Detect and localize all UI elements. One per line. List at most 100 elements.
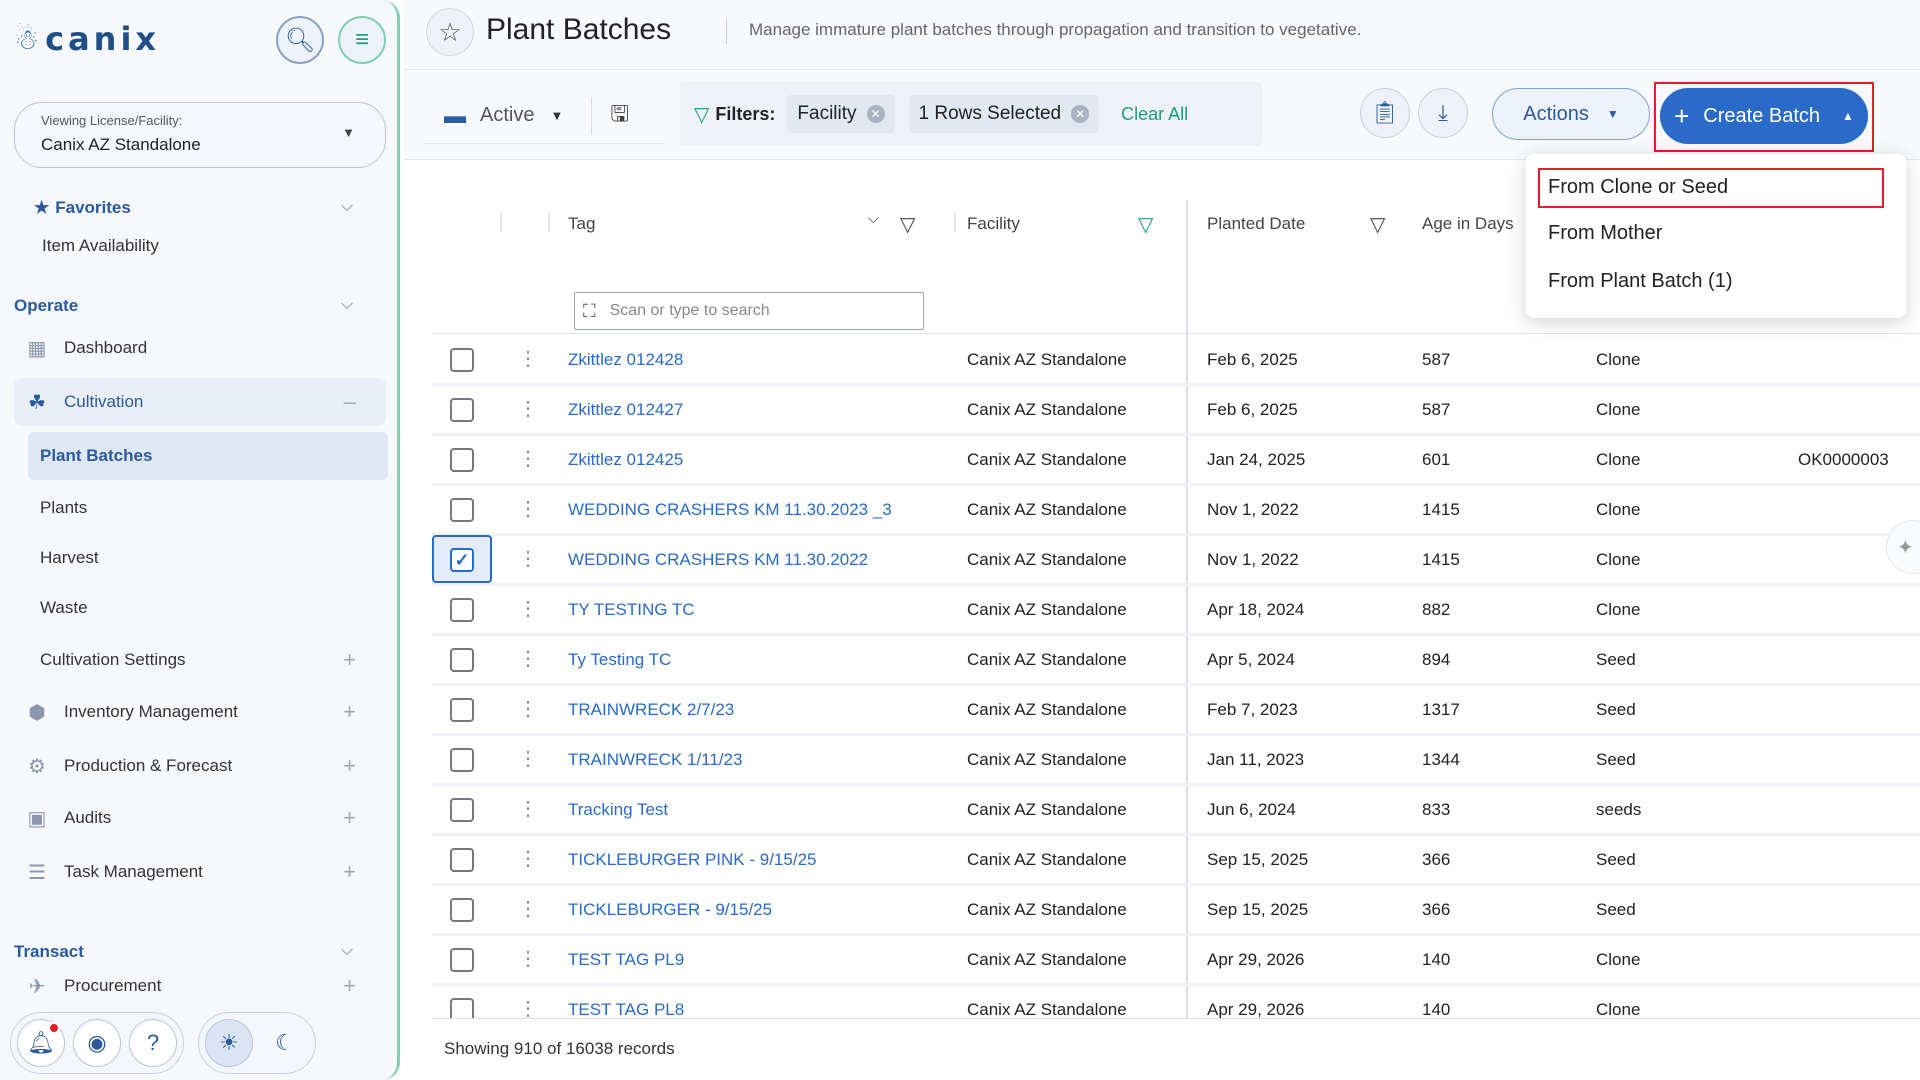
row-menu-kebab-icon[interactable]: ⋮ [518, 896, 538, 921]
sidebar-item-audits[interactable]: ▣ Audits + [14, 794, 386, 842]
table-row[interactable]: ⋮ TRAINWRECK 1/11/23 Canix AZ Standalone Ja… [432, 736, 1920, 786]
create-batch-button[interactable]: + Create Batch ▲ [1660, 88, 1868, 144]
tag-link[interactable]: WEDDING CRASHERS KM 11.30.2022 [568, 550, 868, 570]
expand-plus-icon[interactable]: + [343, 753, 356, 779]
sidebar-item-inventory-management[interactable]: ⬢ Inventory Management + [14, 688, 386, 736]
transact-section[interactable]: Transact [14, 942, 84, 962]
sidebar-item-plants[interactable]: Plants [28, 484, 388, 532]
sidebar-item-procurement[interactable]: ✈ Procurement + [14, 972, 386, 1000]
table-row[interactable]: ⋮ TICKLEBURGER PINK - 9/15/25 Canix AZ Sta… [432, 836, 1920, 886]
row-checkbox[interactable] [450, 348, 474, 372]
expand-plus-icon[interactable]: + [343, 647, 356, 673]
table-row[interactable]: ⋮ Tracking Test Canix AZ Standalone Jun 6, … [432, 786, 1920, 836]
sidebar-item-waste[interactable]: Waste [28, 584, 388, 632]
table-row[interactable]: ⋮ Zkittlez 012425 Canix AZ Standalone Jan 2… [432, 436, 1920, 486]
row-checkbox[interactable] [450, 498, 474, 522]
filter-icon[interactable]: ▽ [1370, 212, 1385, 237]
sort-chevron-icon[interactable]: ⌵ [868, 210, 879, 227]
tag-link[interactable]: Zkittlez 012425 [568, 450, 683, 470]
menu-item-from-plant-batch[interactable]: From Plant Batch (1) [1548, 270, 1733, 293]
table-row[interactable]: ⋮ TRAINWRECK 2/7/23 Canix AZ Standalone Feb… [432, 686, 1920, 736]
expand-plus-icon[interactable]: + [343, 859, 356, 885]
license-facility-select[interactable]: Viewing License/Facility: Canix AZ Stand… [14, 102, 386, 168]
tag-link[interactable]: TEST TAG PL9 [568, 950, 684, 970]
row-menu-kebab-icon[interactable]: ⋮ [518, 646, 538, 671]
table-row[interactable]: ⋮ TEST TAG PL8 Canix AZ Standalone Apr 29, … [432, 986, 1920, 1020]
row-checkbox[interactable] [450, 798, 474, 822]
expand-plus-icon[interactable]: + [343, 699, 356, 725]
column-header-age-in-days[interactable]: Age in Days [1422, 214, 1514, 234]
row-menu-kebab-icon[interactable]: ⋮ [518, 796, 538, 821]
row-menu-kebab-icon[interactable]: ⋮ [518, 546, 538, 571]
row-checkbox[interactable] [450, 948, 474, 972]
row-checkbox[interactable]: ✓ [450, 548, 474, 572]
filter-chip-facility[interactable]: Facility ✕ [787, 95, 895, 133]
menu-item-from-clone-or-seed[interactable]: From Clone or Seed [1548, 176, 1728, 199]
clear-all-link[interactable]: Clear All [1121, 104, 1188, 125]
table-row[interactable]: ⋮ TICKLEBURGER - 9/15/25 Canix AZ Standalo… [432, 886, 1920, 936]
download-icon[interactable]: ⤓ [1418, 88, 1468, 138]
tag-link[interactable]: TRAINWRECK 2/7/23 [568, 700, 734, 720]
tag-link[interactable]: WEDDING CRASHERS KM 11.30.2023 _3 [568, 500, 892, 520]
remove-chip-icon[interactable]: ✕ [1071, 105, 1090, 123]
table-row[interactable]: ⋮ TEST TAG PL9 Canix AZ Standalone Apr 29, … [432, 936, 1920, 986]
expand-plus-icon[interactable]: + [343, 805, 356, 831]
table-row[interactable]: ⋮ Zkittlez 012428 Canix AZ Standalone Feb 6… [432, 336, 1920, 386]
view-selector[interactable]: ▬ Active ▼ 🖫︎ [424, 88, 664, 144]
row-menu-kebab-icon[interactable]: ⋮ [518, 746, 538, 771]
help-icon[interactable]: ? [129, 1019, 177, 1067]
row-menu-kebab-icon[interactable]: ⋮ [518, 446, 538, 471]
canix-logo[interactable]: ☃ canix [14, 20, 160, 58]
row-checkbox[interactable] [450, 598, 474, 622]
sidebar-item-cultivation[interactable]: ☘ Cultivation – [14, 378, 386, 426]
row-menu-kebab-icon[interactable]: ⋮ [518, 396, 538, 421]
tag-link[interactable]: TEST TAG PL8 [568, 1000, 684, 1020]
favorites-section[interactable]: ★ Favorites [34, 198, 131, 218]
column-header-planted-date[interactable]: Planted Date [1207, 214, 1305, 234]
row-menu-kebab-icon[interactable]: ⋮ [518, 846, 538, 871]
eye-icon[interactable]: ◉ [73, 1019, 121, 1067]
sidebar-item-dashboard[interactable]: ▦ Dashboard [14, 324, 386, 372]
row-checkbox[interactable] [450, 898, 474, 922]
expand-plus-icon[interactable]: + [343, 973, 356, 999]
row-checkbox[interactable] [450, 848, 474, 872]
row-menu-kebab-icon[interactable]: ⋮ [518, 346, 538, 371]
column-header-facility[interactable]: Facility [967, 214, 1020, 234]
tag-link[interactable]: Zkittlez 012428 [568, 350, 683, 370]
row-checkbox[interactable] [450, 748, 474, 772]
row-menu-kebab-icon[interactable]: ⋮ [518, 696, 538, 721]
remove-chip-icon[interactable]: ✕ [866, 105, 885, 123]
sidebar-item-production-forecast[interactable]: ⚙ Production & Forecast + [14, 742, 386, 790]
collapse-minus-icon[interactable]: – [344, 389, 356, 415]
table-row[interactable]: ⋮ TY TESTING TC Canix AZ Standalone Apr 18,… [432, 586, 1920, 636]
dark-mode-moon-icon[interactable]: ☾ [261, 1019, 309, 1067]
notifications-bell-icon[interactable]: 🔔︎ [17, 1019, 65, 1067]
tag-link[interactable]: TRAINWRECK 1/11/23 [568, 750, 742, 770]
sidebar-item-task-management[interactable]: ☰ Task Management + [14, 848, 386, 896]
chevron-down-icon[interactable]: ⌵ [341, 942, 353, 960]
row-menu-kebab-icon[interactable]: ⋮ [518, 996, 538, 1020]
row-menu-kebab-icon[interactable]: ⋮ [518, 946, 538, 971]
tag-link[interactable]: Ty Testing TC [568, 650, 671, 670]
light-mode-sun-icon[interactable]: ☀ [205, 1019, 253, 1067]
collapse-sidebar-icon[interactable]: ≡ [338, 16, 386, 64]
table-row[interactable]: ⋮ Zkittlez 012427 Canix AZ Standalone Feb 6… [432, 386, 1920, 436]
tag-link[interactable]: Tracking Test [568, 800, 668, 820]
sidebar-item-plant-batches[interactable]: Plant Batches [28, 432, 388, 480]
tag-link[interactable]: TICKLEBURGER PINK - 9/15/25 [568, 850, 816, 870]
menu-item-from-mother[interactable]: From Mother [1548, 222, 1662, 245]
tag-link[interactable]: Zkittlez 012427 [568, 400, 683, 420]
tag-link[interactable]: TICKLEBURGER - 9/15/25 [568, 900, 772, 920]
row-checkbox[interactable] [450, 398, 474, 422]
row-menu-kebab-icon[interactable]: ⋮ [518, 596, 538, 621]
save-view-icon[interactable]: 🖫︎ [591, 96, 629, 135]
filter-chip-rows-selected[interactable]: 1 Rows Selected ✕ [908, 95, 1100, 133]
filter-icon[interactable]: ▽ [900, 212, 915, 237]
row-checkbox[interactable] [450, 998, 474, 1020]
filter-active-icon[interactable]: ▽ [1138, 212, 1153, 237]
favorite-star-icon[interactable]: ☆ [426, 8, 474, 56]
row-menu-kebab-icon[interactable]: ⋮ [518, 496, 538, 521]
column-header-tag[interactable]: Tag [568, 214, 595, 234]
sidebar-item-cultivation-settings[interactable]: Cultivation Settings + [14, 636, 386, 684]
row-checkbox[interactable] [450, 698, 474, 722]
